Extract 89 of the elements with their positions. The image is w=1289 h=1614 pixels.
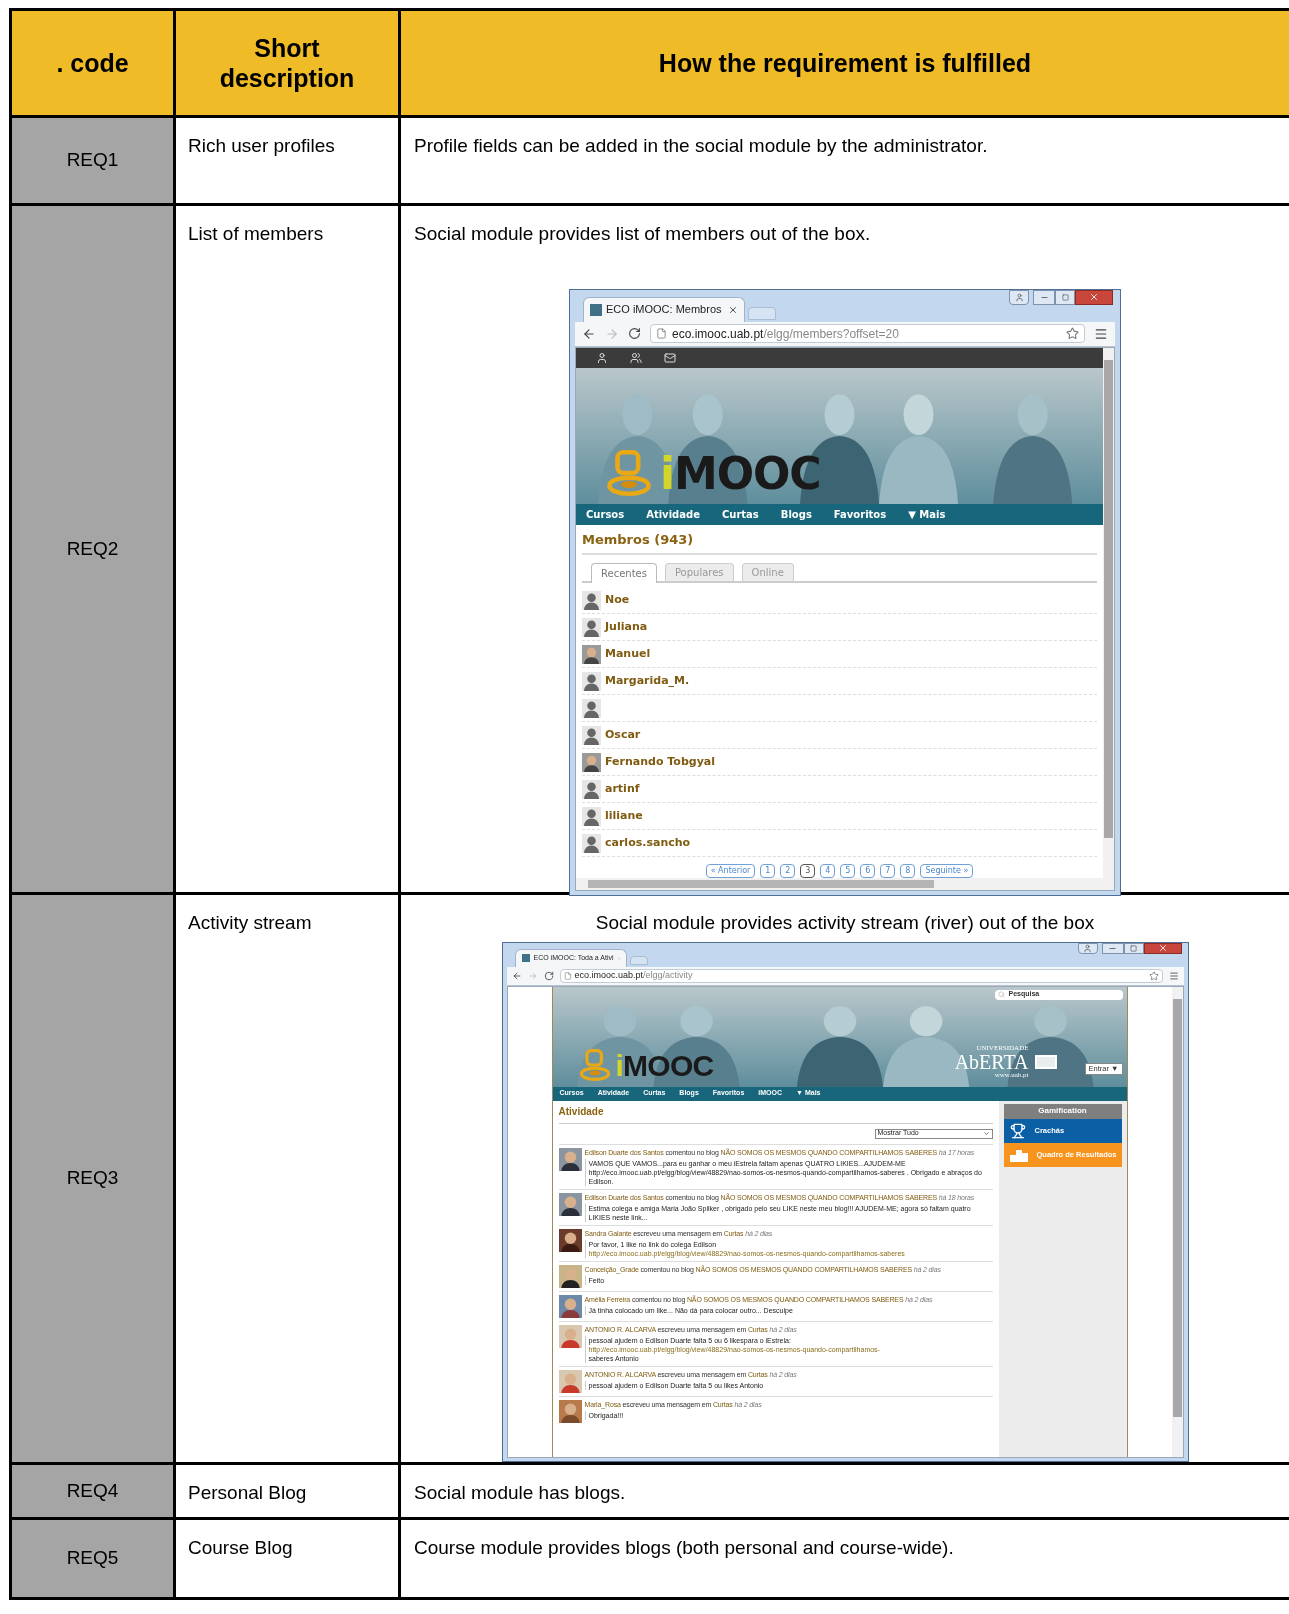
favicon-icon bbox=[521, 954, 530, 962]
member-name[interactable]: Noe bbox=[605, 591, 630, 609]
back-icon[interactable] bbox=[511, 970, 522, 981]
menu-icon[interactable] bbox=[1094, 326, 1108, 341]
nav-link[interactable]: Cursos bbox=[586, 506, 625, 522]
user-icon bbox=[1014, 292, 1024, 302]
address-field[interactable]: eco.imooc.uab.pt/elgg/members?offset=20 bbox=[650, 324, 1085, 343]
page-heading: Atividade bbox=[558, 1103, 993, 1124]
member-name[interactable]: Oscar bbox=[605, 726, 641, 744]
close-icon bbox=[1157, 943, 1168, 953]
trophy-icon bbox=[1009, 1122, 1026, 1139]
member-name[interactable]: carlos.sancho bbox=[605, 834, 691, 852]
sidebar-title: Gamification bbox=[1003, 1103, 1122, 1119]
column-header: . code bbox=[12, 11, 176, 115]
avatar-icon bbox=[582, 590, 601, 610]
maximize-icon bbox=[1130, 944, 1137, 952]
cell-text: Social module provides activity stream (river) out of the box bbox=[594, 911, 1096, 935]
menu-icon[interactable] bbox=[1168, 970, 1179, 981]
table-cell: Course Blog bbox=[176, 1520, 401, 1597]
dropdown-icon bbox=[982, 1130, 990, 1137]
university-name: AbERTA bbox=[954, 1051, 1029, 1072]
cell-text: Course module provides blogs (both personal and course-wide). bbox=[413, 1536, 955, 1560]
nav-link[interactable]: ▼ Mais bbox=[908, 506, 946, 522]
page-icon bbox=[656, 328, 667, 339]
logo-text: iMOOC bbox=[660, 451, 821, 496]
nav-link[interactable]: Favoritos bbox=[833, 506, 887, 522]
cell-text: Social module provides list of members out of the box. bbox=[413, 222, 872, 246]
member-name[interactable]: artinf bbox=[605, 780, 640, 798]
table-cell: Activity stream bbox=[176, 895, 401, 1462]
favicon-icon bbox=[590, 303, 602, 316]
address-field[interactable]: eco.imooc.uab.pt/elgg/activity bbox=[559, 968, 1163, 983]
horizontal-scrollbar[interactable] bbox=[576, 878, 1114, 890]
close-tab-icon[interactable] bbox=[728, 304, 738, 315]
avatar-icon bbox=[582, 725, 601, 745]
search-icon bbox=[997, 991, 1005, 998]
maximize-button[interactable] bbox=[1123, 942, 1144, 954]
user-icon bbox=[1083, 943, 1092, 953]
back-icon[interactable] bbox=[582, 326, 596, 341]
profile-button[interactable] bbox=[1009, 289, 1029, 305]
member-name[interactable]: Manuel bbox=[605, 645, 651, 663]
podium-icon bbox=[1009, 1147, 1028, 1162]
table-cell: REQ3 bbox=[12, 895, 176, 1462]
filter-tab[interactable]: Recentes bbox=[591, 563, 657, 583]
nav-link[interactable]: Atividade bbox=[646, 506, 700, 522]
table-cell: Rich user profiles bbox=[176, 118, 401, 203]
avatar-icon bbox=[582, 617, 601, 637]
friends-icon[interactable] bbox=[630, 351, 642, 364]
bookmark-star-icon[interactable] bbox=[1148, 970, 1159, 981]
bookmark-star-icon[interactable] bbox=[1066, 327, 1079, 340]
logo-icon bbox=[578, 1048, 611, 1081]
maximize-button[interactable] bbox=[1055, 289, 1075, 305]
minimize-button[interactable] bbox=[1033, 289, 1055, 305]
column-header: Short description bbox=[176, 11, 401, 115]
cell-text: Profile fields can be added in the social module by the administrator. bbox=[413, 134, 989, 158]
table-cell: Personal Blog bbox=[176, 1465, 401, 1517]
table-cell: REQ5 bbox=[12, 1520, 176, 1597]
close-icon bbox=[1089, 292, 1099, 302]
mail-icon[interactable] bbox=[664, 351, 676, 364]
logo-icon bbox=[606, 449, 652, 496]
member-name[interactable]: liliane bbox=[605, 807, 643, 825]
reload-icon[interactable] bbox=[628, 327, 641, 340]
table-cell: REQ2 bbox=[12, 206, 176, 892]
avatar-icon bbox=[582, 698, 601, 718]
avatar-icon bbox=[582, 671, 601, 691]
member-name[interactable]: Juliana bbox=[605, 618, 648, 636]
page-heading: Membros (943) bbox=[582, 529, 1097, 555]
member-name[interactable]: Fernando Tobgyal bbox=[605, 753, 715, 771]
member-name[interactable]: Margarida_M. bbox=[605, 672, 690, 690]
avatar-icon bbox=[582, 833, 601, 853]
minimize-button[interactable] bbox=[1101, 942, 1124, 954]
avatar-icon bbox=[582, 779, 601, 799]
table-cell: REQ4 bbox=[12, 1465, 176, 1517]
avatar-icon bbox=[582, 806, 601, 826]
column-header: How the requirement is fulfilled bbox=[401, 11, 1289, 115]
close-button[interactable] bbox=[1143, 942, 1182, 954]
nav-link[interactable]: Blogs bbox=[780, 506, 812, 522]
logo-text: iMOOC bbox=[615, 1050, 714, 1081]
page-icon bbox=[563, 971, 572, 980]
table-cell: List of members bbox=[176, 206, 401, 892]
nav-link[interactable]: Curtas bbox=[721, 506, 759, 522]
scrollbar[interactable] bbox=[1103, 347, 1114, 878]
browser-tab[interactable]: ECO iMOOC: Membros bbox=[583, 296, 745, 322]
scrollbar[interactable] bbox=[1171, 986, 1183, 1457]
reload-icon[interactable] bbox=[543, 970, 554, 981]
maximize-icon bbox=[1061, 293, 1069, 301]
cell-text: Social module has blogs. bbox=[413, 1481, 627, 1505]
table-cell: REQ1 bbox=[12, 118, 176, 203]
profile-icon[interactable] bbox=[596, 351, 608, 364]
profile-button[interactable] bbox=[1077, 942, 1098, 954]
